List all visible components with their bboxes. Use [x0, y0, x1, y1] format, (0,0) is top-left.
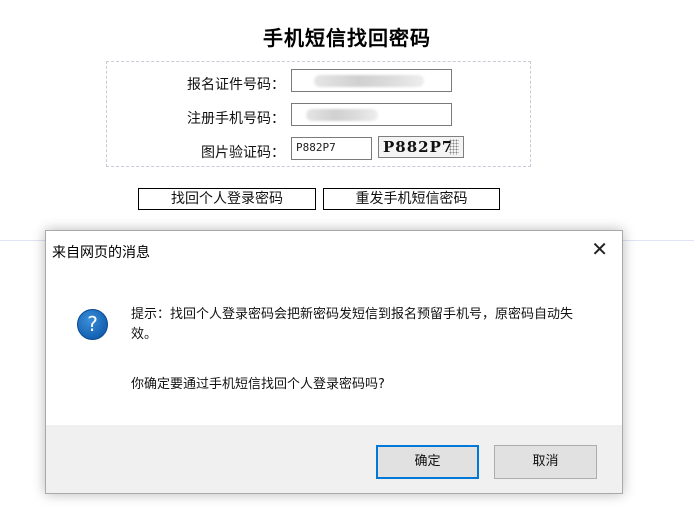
- confirm-dialog: 来自网页的消息 ✕ ? 提示：找回个人登录密码会把新密码发短信到报名预留手机号，…: [45, 230, 623, 494]
- captcha-noise: [449, 139, 459, 155]
- question-icon: ?: [77, 309, 108, 340]
- id-number-label: 报名证件号码：: [187, 77, 285, 93]
- phone-label: 注册手机号码：: [187, 111, 285, 127]
- phone-row: 注册手机号码：: [120, 104, 285, 128]
- captcha-image-text: P882P7: [383, 138, 454, 156]
- page-title: 手机短信找回密码: [263, 26, 431, 50]
- dialog-message: 提示：找回个人登录密码会把新密码发短信到报名预留手机号，原密码自动失效。: [131, 307, 574, 342]
- phone-input[interactable]: [291, 103, 452, 126]
- redacted-id-value: [314, 75, 424, 87]
- dialog-question: 你确定要通过手机短信找回个人登录密码吗?: [131, 377, 385, 392]
- resend-sms-button[interactable]: 重发手机短信密码: [323, 188, 500, 210]
- ok-button[interactable]: 确定: [376, 445, 479, 479]
- captcha-label: 图片验证码：: [201, 145, 285, 161]
- redacted-phone-value: [306, 109, 378, 121]
- cancel-button[interactable]: 取消: [494, 445, 597, 479]
- dialog-title: 来自网页的消息: [52, 245, 150, 261]
- captcha-image[interactable]: P882P7: [378, 136, 464, 158]
- dialog-footer: 确定 取消: [46, 425, 622, 493]
- id-number-input[interactable]: [291, 69, 452, 92]
- captcha-row: 图片验证码：: [120, 138, 285, 162]
- recover-password-button[interactable]: 找回个人登录密码: [138, 188, 316, 210]
- close-icon[interactable]: ✕: [591, 237, 608, 261]
- id-number-row: 报名证件号码：: [120, 70, 285, 94]
- captcha-input[interactable]: P882P7: [291, 137, 372, 160]
